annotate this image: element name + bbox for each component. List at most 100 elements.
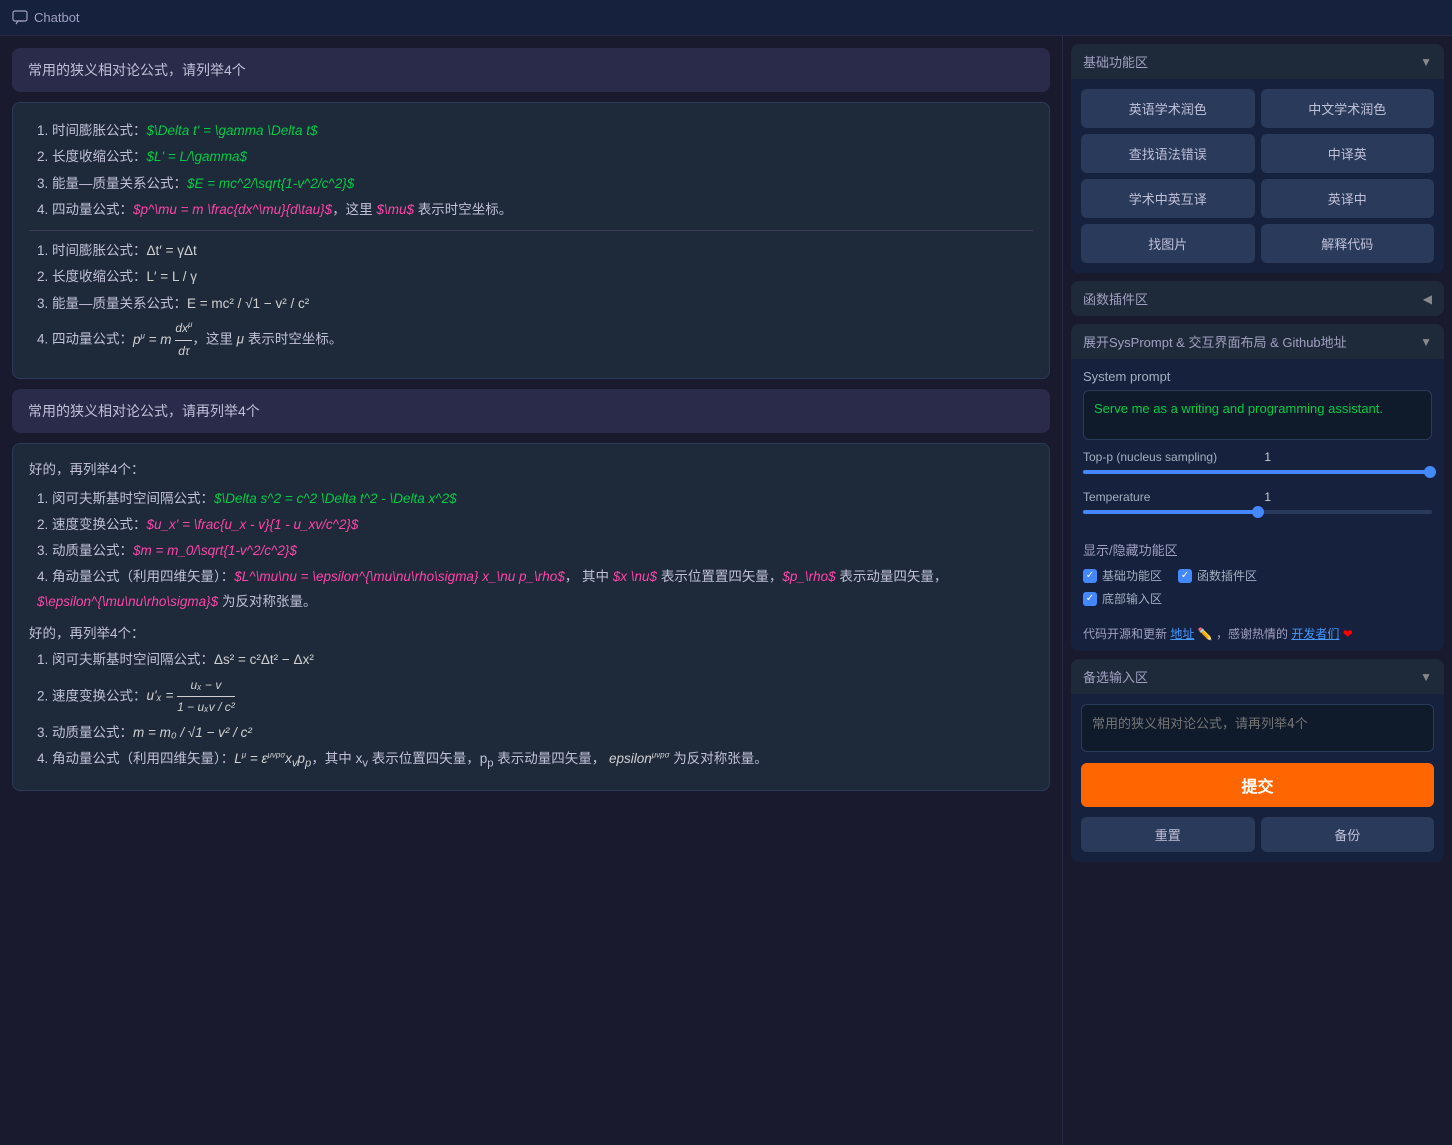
- divider: [29, 230, 1033, 231]
- checkbox-basic[interactable]: ✓ 基础功能区: [1083, 567, 1162, 584]
- formula-green: $\Delta s^2 = c^2 \Delta t^2 - \Delta x^…: [214, 491, 457, 506]
- list-item: 2. 速度变换公式：u'ₓ = uₓ − v1 − uₓv / c²: [37, 675, 1033, 719]
- btn-cn-to-en[interactable]: 中译英: [1261, 134, 1435, 173]
- backup-textarea[interactable]: [1081, 704, 1434, 752]
- list-item: 1. 闵可夫斯基时空间隔公式：Δs² = c²Δt² − Δx²: [37, 648, 1033, 672]
- reset-button[interactable]: 重置: [1081, 817, 1255, 852]
- visibility-label: 显示/隐藏功能区: [1083, 540, 1432, 559]
- sysprompt-content: System prompt Serve me as a writing and …: [1071, 359, 1444, 532]
- list-item: 3. 能量—质量关系公式：E = mc² / √1 − v² / c²: [37, 292, 1033, 316]
- bottom-buttons: 重置 备份: [1071, 817, 1444, 862]
- chevron-left-icon: ◀: [1423, 292, 1432, 306]
- rendered-formula: u'ₓ = uₓ − v1 − uₓv / c²: [147, 688, 235, 703]
- rendered-formula: Δt′ = γΔt: [147, 243, 197, 258]
- sysprompt-header[interactable]: 展开SysPrompt & 交互界面布局 & Github地址 ▼: [1071, 324, 1444, 359]
- temperature-slider-track[interactable]: [1083, 510, 1432, 522]
- top-p-row: Top-p (nucleus sampling) 1: [1083, 450, 1432, 464]
- formula-green: $\Delta t' = \gamma \Delta t$: [147, 123, 318, 138]
- list-item: 4. 角动量公式（利用四维矢量）：Lμ = εμνpσxvpp，其中 xv 表示…: [37, 747, 1033, 774]
- chat-panel[interactable]: 常用的狭义相对论公式，请列举4个 1. 时间膨胀公式：$\Delta t' = …: [0, 36, 1062, 1145]
- basic-function-section: 基础功能区 ▼ 英语学术润色 中文学术润色 查找语法错误 中译英 学术中英互译 …: [1071, 44, 1444, 273]
- list-item: 4. 四动量公式：pμ = m dxμdτ，这里 μ 表示时空坐标。: [37, 318, 1033, 362]
- rendered-formula: pμ = m dxμdτ: [133, 332, 192, 347]
- main-layout: 常用的狭义相对论公式，请列举4个 1. 时间膨胀公式：$\Delta t' = …: [0, 36, 1452, 1145]
- checkbox-bottom-box: ✓: [1083, 592, 1097, 606]
- checkbox-plugin-box: ✓: [1178, 569, 1192, 583]
- formula-pink: $p^\mu = m \frac{dx^\mu}{d\tau}$: [133, 202, 332, 217]
- list-item: 4. 四动量公式：$p^\mu = m \frac{dx^\mu}{d\tau}…: [37, 198, 1033, 222]
- top-p-label: Top-p (nucleus sampling): [1083, 450, 1243, 464]
- heart-icon: ❤: [1343, 627, 1353, 641]
- list-item: 4. 角动量公式（利用四维矢量）：$L^\mu\nu = \epsilon^{\…: [37, 565, 1033, 614]
- btn-chinese-polish[interactable]: 中文学术润色: [1261, 89, 1435, 128]
- visibility-section: 显示/隐藏功能区 ✓ 基础功能区 ✓ 函数插件区 ✓ 底部输入区: [1071, 532, 1444, 621]
- list-item: 2. 长度收缩公式：$L' = L/\gamma$: [37, 145, 1033, 169]
- formula-green: $L' = L/\gamma$: [147, 149, 248, 164]
- chat-icon: [12, 10, 28, 26]
- assistant-intro: 好的，再列举4个：: [29, 458, 1033, 482]
- right-sidebar: 基础功能区 ▼ 英语学术润色 中文学术润色 查找语法错误 中译英 学术中英互译 …: [1062, 36, 1452, 1145]
- formula-pink: $L^\mu\nu = \epsilon^{\mu\nu\rho\sigma} …: [234, 569, 565, 584]
- list-item: 2. 长度收缩公式：L′ = L / γ: [37, 265, 1033, 289]
- rendered-formula: Δs² = c²Δt² − Δx²: [214, 652, 314, 667]
- formula-pink: $x \nu$: [613, 569, 657, 584]
- plugin-header[interactable]: 函数插件区 ◀: [1071, 281, 1444, 316]
- formula-pink: $u_x' = \frac{u_x - v}{1 - u_xv/c^2}$: [147, 517, 359, 532]
- btn-grammar-check[interactable]: 查找语法错误: [1081, 134, 1255, 173]
- rendered-formula: epsilonμνpσ: [609, 751, 669, 766]
- list-item: 3. 能量—质量关系公式：$E = mc^2/\sqrt{1-v^2/c^2}$: [37, 172, 1033, 196]
- temperature-row: Temperature 1: [1083, 490, 1432, 504]
- submit-button[interactable]: 提交: [1081, 763, 1434, 807]
- btn-english-polish[interactable]: 英语学术润色: [1081, 89, 1255, 128]
- app-title: Chatbot: [12, 10, 80, 26]
- backup-input-content: 提交: [1071, 694, 1444, 817]
- basic-function-header[interactable]: 基础功能区 ▼: [1071, 44, 1444, 79]
- formula-pink: $p_\rho$: [782, 569, 835, 584]
- checkbox-row-1: ✓ 基础功能区 ✓ 函数插件区: [1083, 567, 1432, 584]
- btn-explain-code[interactable]: 解释代码: [1261, 224, 1435, 263]
- sysprompt-section: 展开SysPrompt & 交互界面布局 & Github地址 ▼ System…: [1071, 324, 1444, 651]
- devs-link[interactable]: 开发者们: [1291, 627, 1339, 641]
- list-item: 1. 时间膨胀公式：$\Delta t' = \gamma \Delta t$: [37, 119, 1033, 143]
- assistant-outro: 好的，再列举4个：: [29, 622, 1033, 646]
- system-prompt-value[interactable]: Serve me as a writing and programming as…: [1083, 390, 1432, 440]
- rendered-formula: L′ = L / γ: [147, 269, 197, 284]
- chevron-down-icon: ▼: [1420, 55, 1432, 69]
- assistant-message-1: 1. 时间膨胀公式：$\Delta t' = \gamma \Delta t$ …: [12, 102, 1050, 379]
- formula-pink: $\mu$: [376, 202, 414, 217]
- btn-find-image[interactable]: 找图片: [1081, 224, 1255, 263]
- checkbox-row-2: ✓ 底部输入区: [1083, 590, 1432, 607]
- topbar: Chatbot: [0, 0, 1452, 36]
- user-message-1: 常用的狭义相对论公式，请列举4个: [12, 48, 1050, 92]
- chevron-down-icon-backup: ▼: [1420, 670, 1432, 684]
- pencil-icon: ✏️: [1198, 627, 1213, 641]
- btn-en-to-cn[interactable]: 英译中: [1261, 179, 1435, 218]
- backup-input-header[interactable]: 备选输入区 ▼: [1071, 659, 1444, 694]
- backup-input-section: 备选输入区 ▼ 提交 重置 备份: [1071, 659, 1444, 862]
- assistant-message-2: 好的，再列举4个： 1. 闵可夫斯基时空间隔公式：$\Delta s^2 = c…: [12, 443, 1050, 791]
- checkbox-bottom-input[interactable]: ✓ 底部输入区: [1083, 590, 1162, 607]
- list-item: 3. 动质量公式：m = m₀ / √1 − v² / c²: [37, 721, 1033, 745]
- plugin-section: 函数插件区 ◀: [1071, 281, 1444, 316]
- chevron-down-icon-sys: ▼: [1420, 335, 1432, 349]
- source-link[interactable]: 地址: [1170, 627, 1194, 641]
- list-item: 3. 动质量公式：$m = m_0/\sqrt{1-v^2/c^2}$: [37, 539, 1033, 563]
- system-prompt-label: System prompt: [1083, 369, 1432, 384]
- source-link-area: 代码开源和更新 地址 ✏️ ，感谢热情的 开发者们 ❤: [1071, 621, 1444, 651]
- rendered-formula: E = mc² / √1 − v² / c²: [187, 296, 309, 311]
- list-item: 1. 时间膨胀公式：Δt′ = γΔt: [37, 239, 1033, 263]
- basic-function-grid: 英语学术润色 中文学术润色 查找语法错误 中译英 学术中英互译 英译中 找图片 …: [1071, 79, 1444, 273]
- checkbox-plugin[interactable]: ✓ 函数插件区: [1178, 567, 1257, 584]
- user-message-2: 常用的狭义相对论公式，请再列举4个: [12, 389, 1050, 433]
- list-item: 1. 闵可夫斯基时空间隔公式：$\Delta s^2 = c^2 \Delta …: [37, 487, 1033, 511]
- extra-button[interactable]: 备份: [1261, 817, 1435, 852]
- top-p-slider-track[interactable]: [1083, 470, 1432, 482]
- top-p-value: 1: [1251, 450, 1271, 464]
- formula-pink: $\epsilon^{\mu\nu\rho\sigma}$: [37, 594, 218, 609]
- rendered-formula: m = m₀ / √1 − v² / c²: [133, 725, 252, 740]
- formula-pink: $m = m_0/\sqrt{1-v^2/c^2}$: [133, 543, 297, 558]
- btn-academic-translate[interactable]: 学术中英互译: [1081, 179, 1255, 218]
- temperature-value: 1: [1251, 490, 1271, 504]
- checkbox-basic-box: ✓: [1083, 569, 1097, 583]
- temperature-label: Temperature: [1083, 490, 1243, 504]
